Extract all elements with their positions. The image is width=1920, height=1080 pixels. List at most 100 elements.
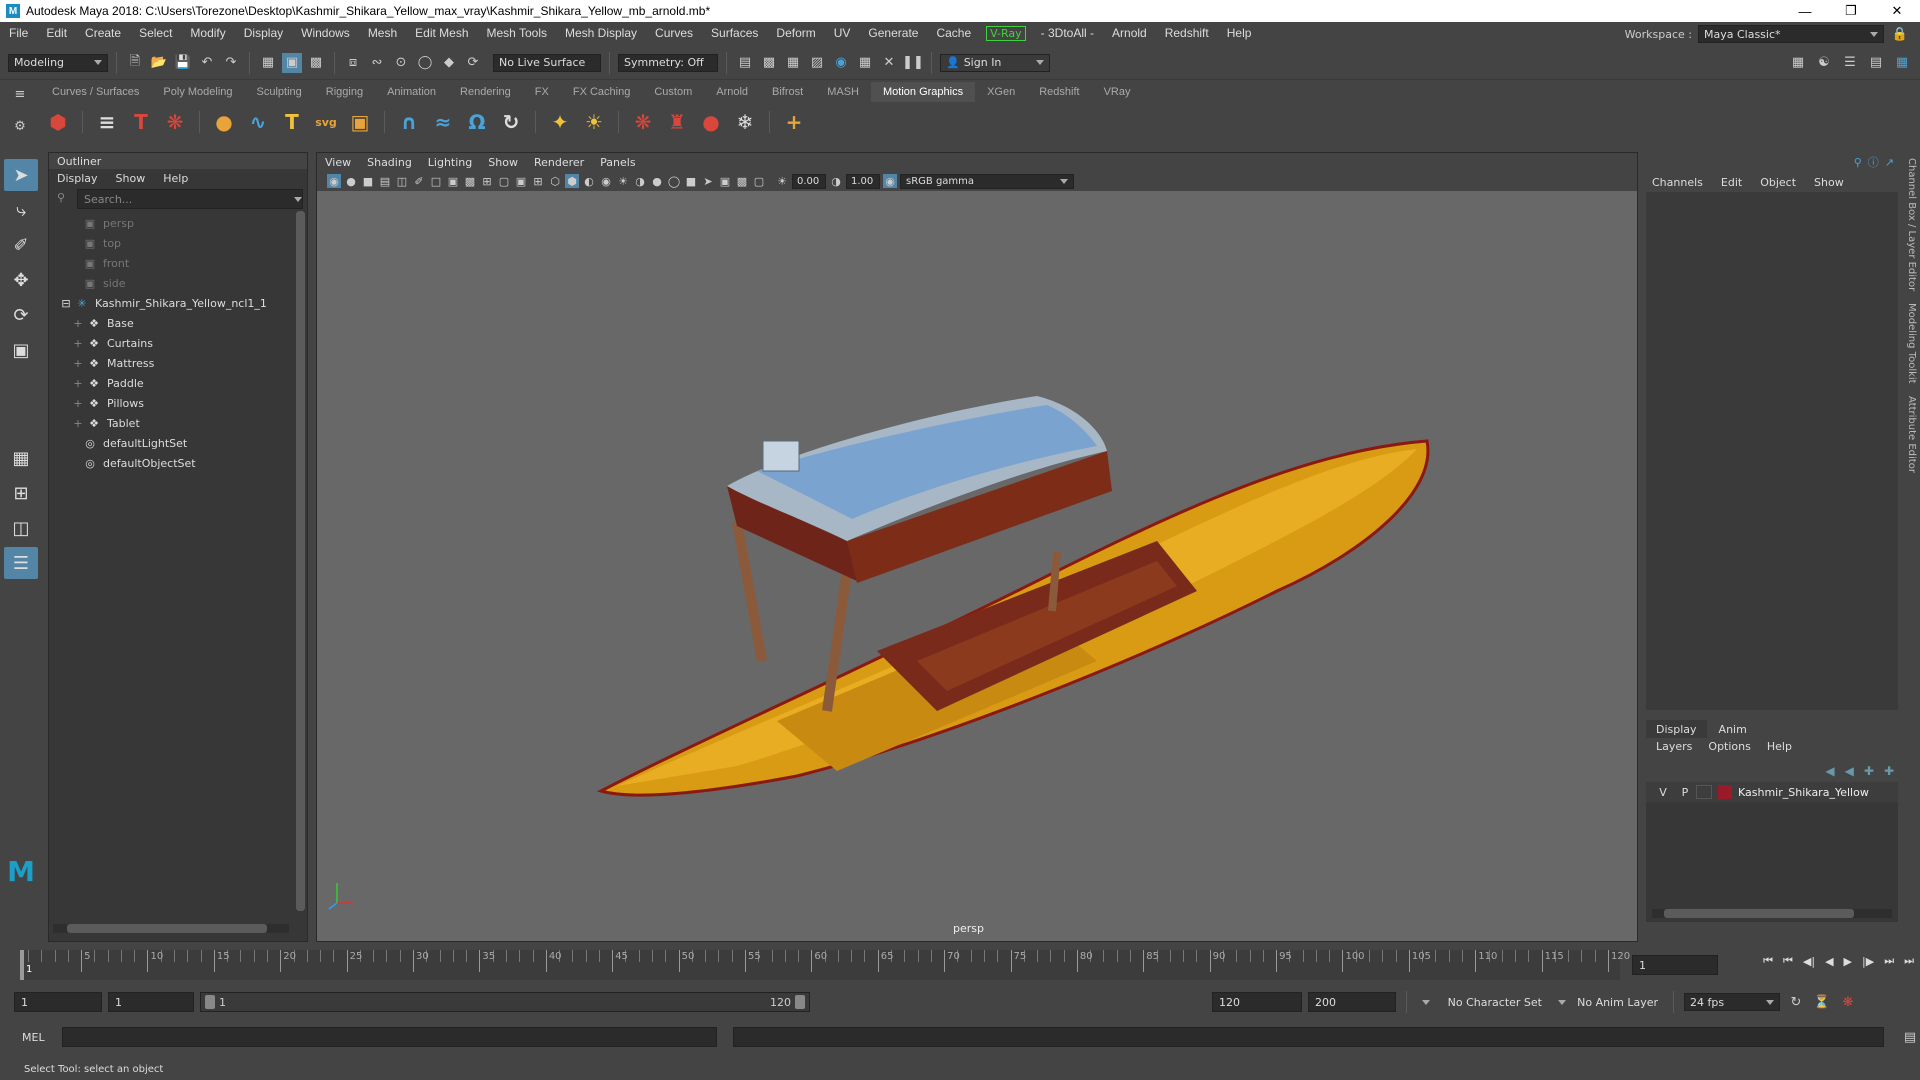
colorspace-dropdown[interactable]: sRGB gamma [900,173,1074,189]
wireframe-on-shaded-icon[interactable]: ◐ [582,174,596,188]
outliner-layout-icon[interactable]: ☰ [4,547,38,579]
select-component-icon[interactable]: ▩ [306,53,326,73]
xray-icon[interactable]: ▣ [718,174,732,188]
layer-menu-help[interactable]: Help [1767,740,1792,753]
pause-icon[interactable]: ❚❚ [902,53,924,73]
time-slider-ticks[interactable]: 1 5 10 15 20 25 30 35 40 45 50 55 60 65 70 75 80 85 90 95 1… [20,950,1630,980]
outliner-mesh-item[interactable]: + ❖ Base [49,313,307,333]
outliner-set-item[interactable]: ◎ defaultObjectSet [49,453,307,473]
outliner-horizontal-scrollbar[interactable] [53,924,289,933]
snap-grid-icon[interactable]: ⧈ [343,53,363,73]
shelf-menu-icon[interactable]: ≡ [10,84,30,104]
blob-icon[interactable]: ● [697,108,725,136]
go-to-start-icon[interactable]: ⏮ [1763,954,1773,968]
layer-color-swatch[interactable] [1718,785,1732,799]
ipr-render-icon[interactable]: ▦ [783,53,803,73]
outliner-set-item[interactable]: ◎ defaultLightSet [49,433,307,453]
film-gate-icon[interactable]: □ [429,174,443,188]
snap-surface-icon[interactable]: ◆ [439,53,459,73]
menu-modify[interactable]: Modify [181,26,234,40]
tab-custom[interactable]: Custom [642,82,704,102]
layer-visibility-toggle[interactable]: V [1652,782,1674,802]
tab-xgen[interactable]: XGen [975,82,1027,102]
move-tool-icon[interactable]: ✥ [4,264,38,296]
outliner-camera-item[interactable]: ▣ front [49,253,307,273]
maximize-icon[interactable]: ❐ [1828,0,1874,22]
snap-view-icon[interactable]: ◯ [415,53,435,73]
scrollbar-thumb[interactable] [67,924,267,933]
select-camera-icon[interactable]: ◉ [327,174,341,188]
tab-motion-graphics[interactable]: Motion Graphics [871,82,976,102]
explode-icon[interactable]: ❋ [629,108,657,136]
playback-end-field[interactable]: 120 [1212,992,1302,1012]
field-chart-icon[interactable]: ⊞ [480,174,494,188]
menu-select[interactable]: Select [130,26,181,40]
render-sequence-icon[interactable]: ✕ [879,53,899,73]
workspace-dropdown[interactable]: Maya Classic* [1698,25,1884,43]
tab-rendering[interactable]: Rendering [448,82,523,102]
menu-generate[interactable]: Generate [859,26,927,40]
channel-menu-channels[interactable]: Channels [1652,176,1703,189]
step-back-key-icon[interactable]: ◀| [1803,955,1815,968]
menu-help[interactable]: Help [1218,26,1261,40]
current-frame-field[interactable]: 1 [1632,955,1718,975]
fps-dropdown[interactable]: 24 fps [1684,993,1780,1011]
step-back-icon[interactable]: ⏮ [1783,954,1793,968]
add-icon[interactable]: + [780,108,808,136]
shirt-icon[interactable]: ♜ [663,108,691,136]
safe-title-icon[interactable]: ▣ [514,174,528,188]
character-set-dropdown[interactable]: No Character Set [1417,993,1547,1011]
select-tool-icon[interactable]: ➤ [4,159,38,191]
outliner-mesh-item[interactable]: + ❖ Curtains [49,333,307,353]
menu-set-dropdown[interactable]: Modeling [8,53,108,72]
menu-redshift[interactable]: Redshift [1156,26,1218,40]
auto-key-icon[interactable]: ⏳ [1812,992,1832,1012]
grease-pencil-icon[interactable]: ✐ [412,174,426,188]
wireframe-icon[interactable]: ⬡ [548,174,562,188]
bend-icon[interactable]: ↻ [497,108,525,136]
menu-vray[interactable]: V-Ray [986,25,1026,41]
anti-alias-icon[interactable]: ■ [684,174,698,188]
grid-icon[interactable]: ⊞ [531,174,545,188]
list-icon[interactable]: ≡ [93,108,121,136]
save-scene-icon[interactable]: 💾 [173,53,193,73]
help-icon[interactable]: ⓘ [1868,154,1879,170]
shikara-boat-model[interactable] [596,396,1430,797]
svg-icon[interactable]: svg [312,108,340,136]
tab-fx[interactable]: FX [523,82,561,102]
script-editor-icon[interactable]: ▤ [1900,1027,1920,1047]
expand-icon[interactable]: + [71,417,85,430]
menu-arnold[interactable]: Arnold [1103,26,1156,40]
scene-canvas[interactable] [317,191,1637,941]
layer-display-type[interactable] [1696,785,1712,799]
menu-deform[interactable]: Deform [767,26,824,40]
float-icon[interactable]: ↗ [1885,156,1894,169]
range-start-handle[interactable] [205,995,215,1009]
paint-select-icon[interactable]: ✐ [4,229,38,261]
gamma-icon[interactable]: ◑ [829,174,843,188]
color-management-icon[interactable]: ◉ [883,174,897,188]
outliner-mesh-item[interactable]: + ❖ Tablet [49,413,307,433]
scatter-icon[interactable]: ✦ [546,108,574,136]
menu-mesh-display[interactable]: Mesh Display [556,26,646,40]
expand-icon[interactable]: + [71,337,85,350]
hypershade-icon[interactable]: ◉ [831,53,851,73]
lock-icon[interactable]: 🔒 [1890,24,1910,44]
tab-redshift[interactable]: Redshift [1027,82,1091,102]
symmetry-dropdown[interactable]: Symmetry: Off [618,53,718,72]
viewport-menu-panels[interactable]: Panels [600,156,635,169]
tab-arnold[interactable]: Arnold [704,82,760,102]
shadows-icon[interactable]: ◑ [633,174,647,188]
ambient-occlusion-icon[interactable]: ● [650,174,664,188]
lasso-tool-icon[interactable]: ⤷ [4,194,38,226]
scrollbar-thumb[interactable] [296,211,305,911]
gate-mask-icon[interactable]: ▩ [463,174,477,188]
channel-box-icon[interactable]: ▦ [1892,53,1912,73]
tab-animation[interactable]: Animation [375,82,448,102]
layer-menu-options[interactable]: Options [1708,740,1750,753]
scene-end-field[interactable]: 200 [1308,992,1396,1012]
pin-icon[interactable]: ⚲ [1854,156,1862,169]
outliner-camera-item[interactable]: ▣ top [49,233,307,253]
viewport-menu-shading[interactable]: Shading [367,156,412,169]
minimize-icon[interactable]: — [1782,0,1828,22]
